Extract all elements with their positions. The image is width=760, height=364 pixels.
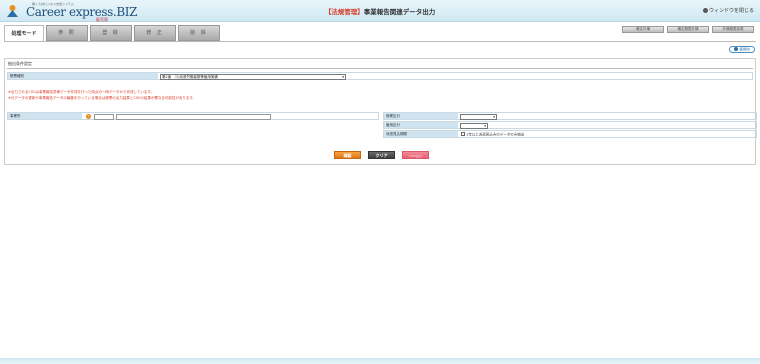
mode-label: 処理モード — [4, 25, 44, 42]
header-bar: 働く人材ビジネス支援システム Career express.BIZ 販売版 【法… — [0, 0, 760, 22]
chevron-down-icon: ▾ — [493, 115, 495, 119]
dispatch-period-row: 派遣見込期間 1年以上派遣見込みのデータのみ抽出 — [383, 130, 757, 138]
close-icon — [702, 8, 708, 13]
notes: ※出力されるCSVは事業報告書様データ作成を行った時点の一時データから作成してい… — [8, 89, 196, 101]
hire-type-row: 雇用区分 ▾ — [383, 121, 757, 129]
employment-type-label: 就業区分 — [384, 113, 458, 119]
tab-view[interactable]: 参 照 — [46, 25, 88, 41]
usage-example-label: 使用例 — [739, 47, 750, 52]
mode-divider — [4, 41, 756, 42]
note-2: ※元データの更新や事業報告データの編集を行っている場合は帳票の出力結果とCSVの… — [8, 96, 196, 100]
top-button-1[interactable]: 確定外構 — [622, 26, 664, 33]
conditions-panel: 抽出条件設定 帳票種別 第2面 （1)派遣労働者数等雇用実績 ▾ ※出力されるC… — [4, 58, 757, 165]
page-title: 【法規管理】事業報告関連データ出力 — [0, 6, 760, 16]
footer-bar — [0, 358, 760, 364]
dispatch-period-check-label: 1年以上派遣見込みのデータのみ抽出 — [466, 132, 525, 137]
logo-edition: 販売版 — [96, 17, 108, 22]
tab-edit[interactable]: 修 正 — [134, 25, 176, 41]
help-icon — [734, 47, 739, 51]
hire-type-select[interactable]: ▾ — [460, 123, 488, 129]
dispatch-period-checkbox[interactable] — [461, 132, 465, 136]
required-icon: ! — [86, 114, 91, 119]
page-title-text: 事業報告関連データ出力 — [363, 8, 436, 16]
report-type-select[interactable]: 第2面 （1)派遣労働者数等雇用実績 ▾ — [160, 74, 346, 80]
hire-type-label: 雇用区分 — [384, 122, 458, 128]
dispatch-period-label: 派遣見込期間 — [384, 131, 458, 137]
app-window: 働く人材ビジネス支援システム Career express.BIZ 販売版 【法… — [0, 0, 760, 364]
panel-divider — [7, 68, 753, 69]
close-window-link[interactable]: ウィンドウを閉じる — [702, 7, 754, 14]
chevron-down-icon: ▾ — [342, 75, 344, 79]
report-type-row: 帳票種別 第2面 （1)派遣労働者数等雇用実績 ▾ — [7, 72, 753, 80]
dispatch-period-option[interactable]: 1年以上派遣見込みのデータのみ抽出 — [461, 132, 524, 138]
tab-register[interactable]: 登 録 — [90, 25, 132, 41]
employment-type-select[interactable]: ▾ — [460, 114, 497, 120]
office-code-input[interactable] — [94, 113, 114, 120]
report-type-value: 第2面 （1)派遣労働者数等雇用実績 — [162, 75, 218, 79]
office-label: 事業所 — [8, 113, 82, 119]
confirm-button[interactable]: 確認 — [334, 151, 361, 159]
top-button-2[interactable]: 確定期限外構 — [667, 26, 709, 33]
office-row: 事業所 ! — [7, 112, 379, 120]
menu-category: 【法規管理】 — [324, 8, 364, 16]
csv-output-button[interactable]: CSV出力 — [402, 151, 429, 159]
chevron-down-icon: ▾ — [484, 124, 486, 128]
report-type-label: 帳票種別 — [8, 73, 158, 79]
clear-button[interactable]: クリア — [368, 151, 395, 159]
usage-example-button[interactable]: 使用例 — [729, 46, 755, 53]
tab-delete[interactable]: 削 除 — [178, 25, 220, 41]
employment-type-row: 就業区分 ▾ — [383, 112, 757, 120]
close-window-label: ウィンドウを閉じる — [708, 8, 754, 14]
top-button-3[interactable]: 外構期限参照 — [712, 26, 754, 33]
panel-title: 抽出条件設定 — [8, 61, 32, 66]
office-name-input[interactable] — [116, 113, 271, 120]
